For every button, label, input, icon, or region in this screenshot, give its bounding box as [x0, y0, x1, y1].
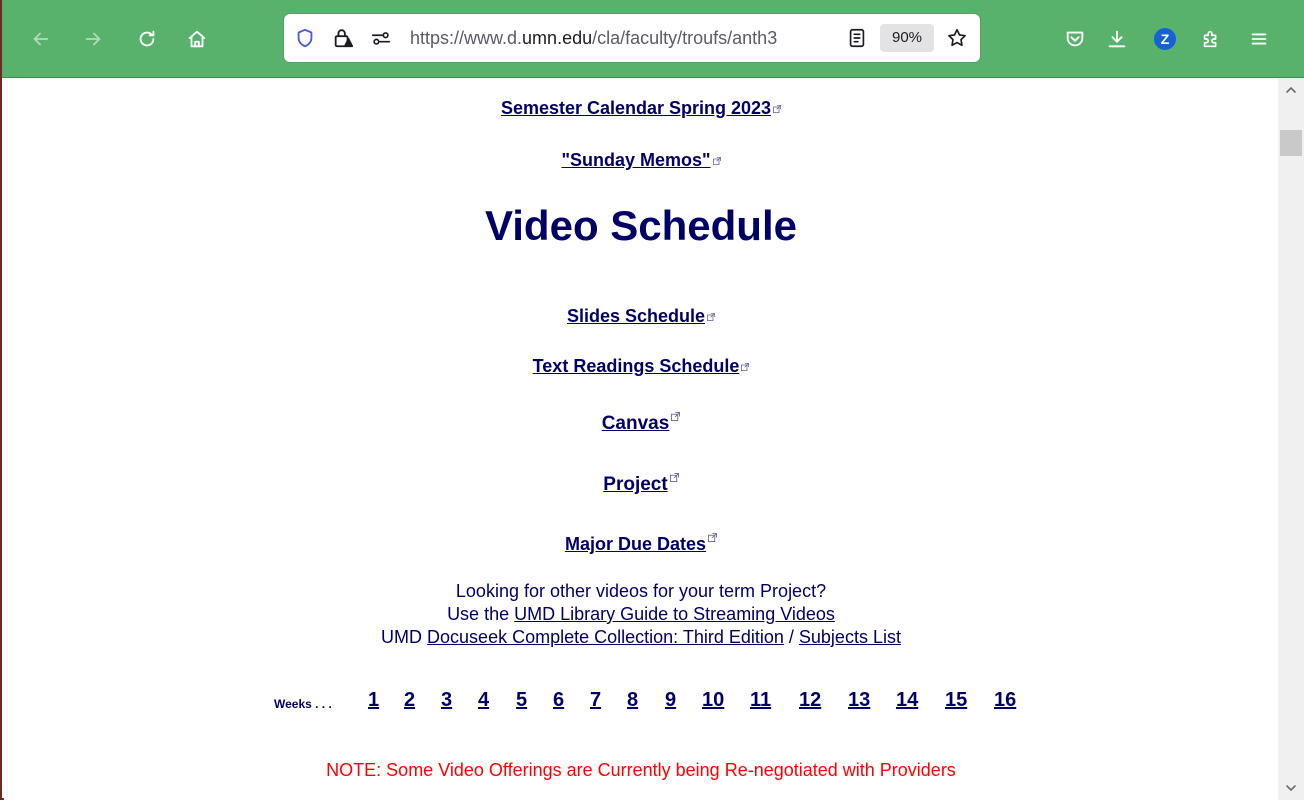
- star-icon: [948, 28, 966, 47]
- docuseek-prefix: UMD: [381, 627, 428, 647]
- week-link-12[interactable]: 12: [799, 689, 821, 712]
- external-link-icon: [707, 313, 716, 321]
- external-link-icon: [741, 363, 750, 371]
- forward-button[interactable]: [76, 22, 110, 56]
- zotero-icon: Z: [1154, 28, 1176, 50]
- address-bar[interactable]: https://www.d.umn.edu/cla/faculty/troufs…: [284, 14, 980, 62]
- week-link-11[interactable]: 11: [750, 689, 771, 712]
- shield-icon: [297, 28, 313, 48]
- arrow-right-icon: [85, 32, 101, 46]
- menu-button[interactable]: [1242, 22, 1276, 56]
- extensions-button[interactable]: [1194, 22, 1228, 56]
- scroll-down-button[interactable]: [1278, 776, 1304, 800]
- puzzle-icon: [1203, 30, 1217, 48]
- bookmark-button[interactable]: [944, 25, 970, 51]
- home-button[interactable]: [180, 22, 214, 56]
- week-link-7[interactable]: 7: [590, 689, 601, 712]
- sliders-icon: [371, 32, 391, 45]
- week-link-5[interactable]: 5: [516, 689, 527, 712]
- page-content: Semester Calendar Spring 2023 "Sunday Me…: [4, 78, 1278, 800]
- chevron-down-icon: [1286, 785, 1296, 792]
- major-due-dates-row: Major Due Dates: [4, 533, 1278, 555]
- page-title: Video Schedule: [485, 202, 797, 249]
- downloads-button[interactable]: [1100, 22, 1134, 56]
- scroll-up-button[interactable]: [1278, 78, 1304, 102]
- url-path: /cla/faculty/troufs/anth3: [592, 28, 778, 48]
- scrollbar-thumb[interactable]: [1280, 130, 1302, 156]
- vertical-scrollbar[interactable]: [1278, 78, 1304, 800]
- tracking-protection-button[interactable]: [292, 25, 318, 51]
- subjects-list-link[interactable]: Subjects List: [799, 627, 901, 647]
- major-due-dates-link[interactable]: Major Due Dates: [565, 534, 706, 554]
- week-link-1[interactable]: 1: [368, 689, 379, 712]
- external-link-icon: [773, 105, 782, 113]
- hamburger-menu-icon: [1251, 33, 1267, 45]
- week-link-2[interactable]: 2: [404, 689, 415, 712]
- arrow-left-icon: [33, 32, 49, 46]
- docuseek-collection-link[interactable]: Docuseek Complete Collection: Third Edit…: [427, 627, 784, 647]
- back-button[interactable]: [24, 22, 58, 56]
- lock-warning-icon: [334, 29, 354, 48]
- pocket-icon: [1066, 31, 1084, 47]
- week-link-10[interactable]: 10: [702, 689, 724, 712]
- other-videos-question: Looking for other videos for your term P…: [455, 581, 827, 601]
- reader-view-button[interactable]: [844, 25, 870, 51]
- canvas-row: Canvas: [4, 412, 1278, 435]
- reader-view-icon: [849, 28, 865, 48]
- sunday-memos-link[interactable]: "Sunday Memos": [561, 150, 710, 170]
- text-readings-row: Text Readings Schedule: [4, 356, 1278, 377]
- week-link-15[interactable]: 15: [945, 689, 967, 712]
- other-videos-info: Looking for other videos for your term P…: [4, 580, 1278, 649]
- zotero-extension-button[interactable]: Z: [1148, 22, 1182, 56]
- week-link-4[interactable]: 4: [478, 689, 489, 712]
- docuseek-line: UMD Docuseek Complete Collection: Third …: [4, 626, 1278, 649]
- week-link-6[interactable]: 6: [553, 689, 564, 712]
- external-link-icon: [708, 533, 718, 542]
- canvas-link[interactable]: Canvas: [602, 413, 670, 434]
- week-link-9[interactable]: 9: [665, 689, 676, 712]
- url-host-main: umn.edu: [522, 28, 593, 48]
- provider-note: NOTE: Some Video Offerings are Currently…: [326, 760, 956, 780]
- library-guide-link[interactable]: UMD Library Guide to Streaming Videos: [514, 604, 835, 624]
- download-icon: [1108, 30, 1126, 48]
- zoom-level-button[interactable]: 90%: [880, 24, 934, 52]
- sunday-memos-row: "Sunday Memos": [4, 150, 1278, 171]
- semester-calendar-link[interactable]: Semester Calendar Spring 2023: [501, 98, 771, 118]
- library-guide-line: Use the UMD Library Guide to Streaming V…: [4, 603, 1278, 626]
- week-link-16[interactable]: 16: [994, 689, 1016, 712]
- reload-button[interactable]: [130, 22, 164, 56]
- home-icon: [188, 30, 206, 48]
- browser-window: https://www.d.umn.edu/cla/faculty/troufs…: [0, 0, 1304, 800]
- external-link-icon: [712, 157, 721, 165]
- reload-icon: [139, 30, 155, 47]
- weeks-navigation: Weeks . . . 1 2 3 4 5 6 7 8 9 10 11 12 1…: [4, 689, 1278, 717]
- week-link-8[interactable]: 8: [627, 689, 638, 712]
- pocket-button[interactable]: [1058, 22, 1092, 56]
- external-link-icon: [671, 412, 681, 421]
- library-guide-prefix: Use the: [447, 604, 515, 624]
- url-text[interactable]: https://www.d.umn.edu/cla/faculty/troufs…: [410, 25, 840, 51]
- project-link[interactable]: Project: [603, 474, 667, 495]
- browser-toolbar: https://www.d.umn.edu/cla/faculty/troufs…: [2, 0, 1304, 78]
- slides-schedule-link[interactable]: Slides Schedule: [567, 306, 705, 326]
- url-host-prefix: https://www.d.: [410, 28, 523, 48]
- weeks-label: Weeks . . .: [274, 697, 332, 711]
- docuseek-separator: /: [783, 627, 799, 647]
- semester-calendar-row: Semester Calendar Spring 2023: [4, 98, 1278, 119]
- week-link-14[interactable]: 14: [896, 689, 918, 712]
- slides-schedule-row: Slides Schedule: [4, 306, 1278, 327]
- week-link-13[interactable]: 13: [848, 689, 870, 712]
- week-link-3[interactable]: 3: [441, 689, 452, 712]
- external-link-icon: [669, 473, 679, 482]
- text-readings-schedule-link[interactable]: Text Readings Schedule: [533, 356, 740, 376]
- site-security-button[interactable]: [330, 25, 356, 51]
- permissions-button[interactable]: [368, 25, 394, 51]
- chevron-up-icon: [1286, 86, 1296, 93]
- project-row: Project: [4, 473, 1278, 496]
